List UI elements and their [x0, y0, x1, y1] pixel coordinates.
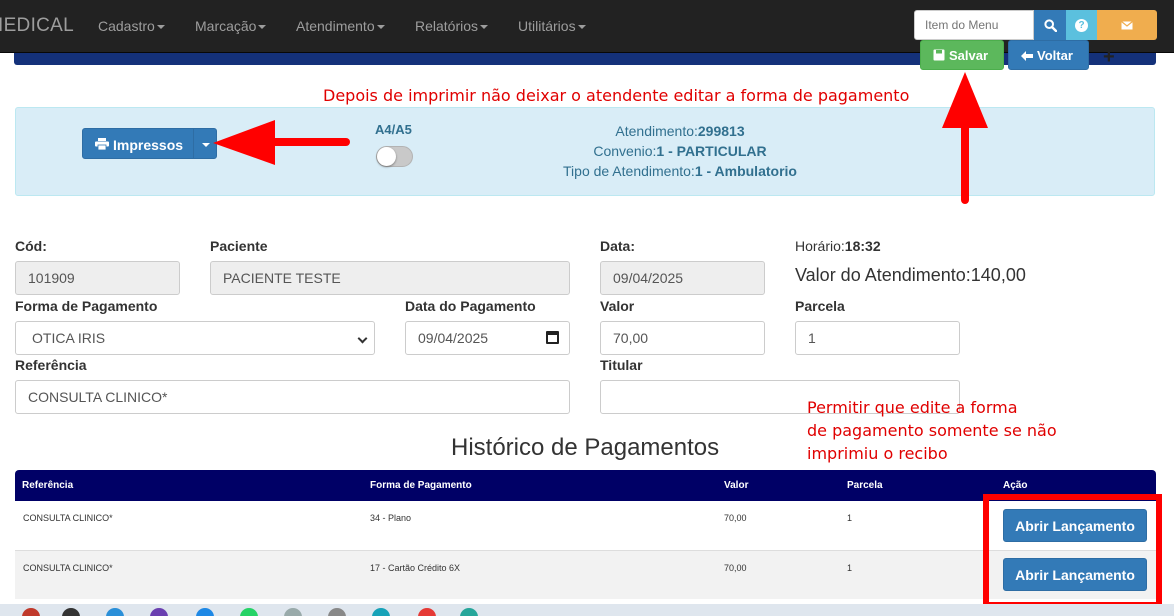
- annotation-side: Permitir que edite a forma de pagamento …: [807, 396, 1057, 465]
- annotation-side-line: Permitir que edite a forma: [807, 398, 1018, 417]
- history-title: Histórico de Pagamentos: [451, 434, 720, 461]
- annotation-side-line: imprimiu o recibo: [807, 444, 948, 463]
- valor-label: Valor: [600, 298, 635, 314]
- forma-pagamento-label: Forma de Pagamento: [15, 298, 158, 314]
- valor-atendimento-label: Valor do Atendimento:: [795, 265, 971, 285]
- cod-field[interactable]: 101909: [15, 261, 180, 295]
- parcela-field[interactable]: 1: [795, 321, 960, 355]
- column-header-valor: Valor: [724, 480, 749, 491]
- horario-line: Horário:18:32: [795, 238, 881, 254]
- data-pagamento-value: 09/04/2025: [418, 330, 489, 346]
- cell-parcela: 1: [847, 513, 853, 523]
- forma-pagamento-value: OTICA IRIS: [32, 330, 106, 346]
- forma-pagamento-select[interactable]: OTICA IRIS: [15, 321, 375, 355]
- paciente-field[interactable]: PACIENTE TESTE: [210, 261, 570, 295]
- annotation-side-line: de pagamento somente se não: [807, 421, 1057, 440]
- horario-value: 18:32: [844, 238, 881, 254]
- valor-field[interactable]: 70,00: [600, 321, 765, 355]
- app-window: IEDICAL Cadastro Marcação Atendimento Re…: [0, 0, 1174, 616]
- os-taskbar: [0, 604, 1174, 616]
- column-header-parcela: Parcela: [847, 480, 883, 491]
- titular-label: Titular: [600, 357, 643, 373]
- parcela-label: Parcela: [795, 298, 845, 314]
- calendar-icon[interactable]: [546, 331, 559, 344]
- arrow-left-annotation: [213, 120, 350, 165]
- data-pagamento-label: Data do Pagamento: [405, 298, 536, 314]
- horario-label: Horário:: [795, 238, 845, 254]
- data-pagamento-field[interactable]: 09/04/2025: [405, 321, 570, 355]
- column-header-acao: Ação: [1003, 480, 1028, 491]
- valor-atendimento-value: 140,00: [970, 265, 1026, 285]
- annotation-highlight-box: [983, 494, 1162, 608]
- cod-label: Cód:: [15, 238, 47, 254]
- chevron-down-icon: [357, 333, 368, 344]
- referencia-field[interactable]: CONSULTA CLINICO*: [15, 380, 570, 414]
- cell-forma: 34 - Plano: [370, 513, 412, 523]
- cell-referencia: CONSULTA CLINICO*: [23, 563, 113, 573]
- cell-parcela: 1: [847, 563, 853, 573]
- cell-valor: 70,00: [724, 563, 747, 573]
- data-label: Data:: [600, 238, 636, 254]
- column-header-referencia: Referência: [22, 480, 74, 491]
- column-header-forma: Forma de Pagamento: [370, 480, 472, 491]
- paciente-label: Paciente: [210, 238, 268, 254]
- valor-atendimento-line: Valor do Atendimento:140,00: [795, 265, 1026, 286]
- arrow-up-annotation: [942, 72, 988, 204]
- cell-forma: 17 - Cartão Crédito 6X: [370, 563, 461, 573]
- data-field[interactable]: 09/04/2025: [600, 261, 765, 295]
- cell-referencia: CONSULTA CLINICO*: [23, 513, 113, 523]
- referencia-label: Referência: [15, 357, 87, 373]
- cell-valor: 70,00: [724, 513, 747, 523]
